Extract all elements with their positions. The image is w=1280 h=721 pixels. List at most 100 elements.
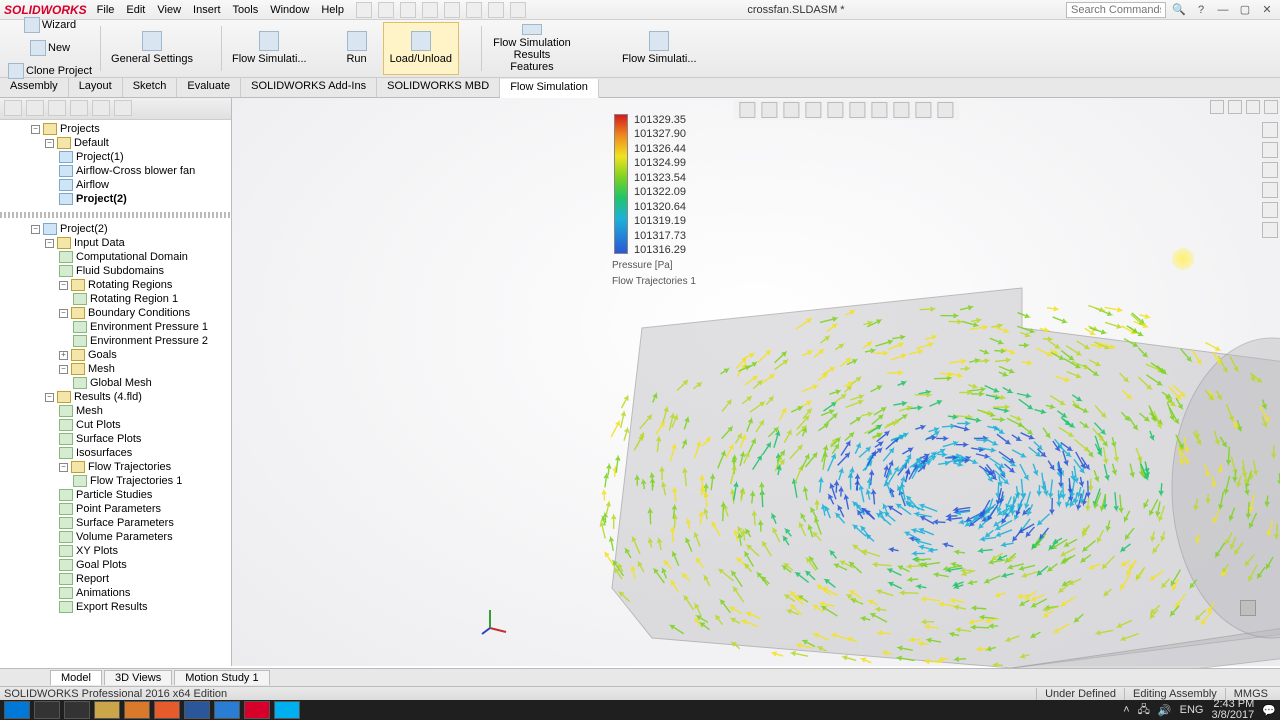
- tp-view-palette-icon[interactable]: [1262, 182, 1278, 198]
- tray-lang[interactable]: ENG: [1180, 704, 1204, 716]
- tab-sketch[interactable]: Sketch: [123, 78, 178, 97]
- expand-icon[interactable]: −: [45, 393, 54, 402]
- fm-icon-2[interactable]: [26, 100, 44, 116]
- tb-taskview-icon[interactable]: [64, 701, 90, 719]
- menu-file[interactable]: File: [97, 4, 115, 16]
- tree-projects[interactable]: Projects: [60, 123, 100, 135]
- btab-motion[interactable]: Motion Study 1: [174, 670, 269, 685]
- tree-surface-plots[interactable]: Surface Plots: [76, 433, 141, 445]
- general-settings-button[interactable]: General Settings: [105, 22, 199, 75]
- fm-icon-1[interactable]: [4, 100, 22, 116]
- ribbon-icon-1[interactable]: [201, 24, 217, 40]
- scene-icon[interactable]: [915, 102, 931, 118]
- tree-xy-plots[interactable]: XY Plots: [76, 545, 118, 557]
- prev-view-icon[interactable]: [783, 102, 799, 118]
- tree-ft1[interactable]: Flow Trajectories 1: [90, 475, 182, 487]
- expand-icon[interactable]: −: [31, 225, 40, 234]
- tb-skype-icon[interactable]: [274, 701, 300, 719]
- tree-comp-domain[interactable]: Computational Domain: [76, 251, 188, 263]
- system-tray[interactable]: ˄ 🖧 🔊 ENG 2:43 PM 3/8/2017 💬: [1123, 699, 1276, 721]
- tree-ep1[interactable]: Environment Pressure 1: [90, 321, 208, 333]
- view-settings-icon[interactable]: [937, 102, 953, 118]
- qat-rebuild-icon[interactable]: [488, 2, 504, 18]
- tb-firefox-icon[interactable]: [154, 701, 180, 719]
- tree-animations[interactable]: Animations: [76, 587, 130, 599]
- tree-rotating-regions[interactable]: Rotating Regions: [88, 279, 172, 291]
- tab-layout[interactable]: Layout: [69, 78, 123, 97]
- vp-restore-icon[interactable]: [1210, 100, 1224, 114]
- menu-edit[interactable]: Edit: [126, 4, 145, 16]
- new-button[interactable]: New: [4, 38, 96, 60]
- close-button[interactable]: ✕: [1258, 2, 1276, 18]
- fm-icon-3[interactable]: [48, 100, 66, 116]
- expand-icon[interactable]: +: [59, 351, 68, 360]
- ribbon-icon-9[interactable]: [580, 24, 596, 40]
- menu-insert[interactable]: Insert: [193, 4, 221, 16]
- ribbon-icon-14[interactable]: [598, 58, 614, 74]
- ribbon-icon-6[interactable]: [461, 24, 477, 40]
- hide-show-icon[interactable]: [871, 102, 887, 118]
- run-button[interactable]: Run: [333, 22, 381, 75]
- flow-sim2-button[interactable]: Flow Simulati...: [616, 22, 703, 75]
- menu-help[interactable]: Help: [321, 4, 344, 16]
- ribbon-icon-13[interactable]: [598, 41, 614, 57]
- tree-global-mesh[interactable]: Global Mesh: [90, 377, 152, 389]
- tab-assembly[interactable]: Assembly: [0, 78, 69, 97]
- qat-save-icon[interactable]: [400, 2, 416, 18]
- search-icon[interactable]: 🔍: [1170, 2, 1188, 18]
- menu-tools[interactable]: Tools: [233, 4, 259, 16]
- start-button[interactable]: [4, 701, 30, 719]
- vp-min-icon[interactable]: [1228, 100, 1242, 114]
- fm-icon-6[interactable]: [114, 100, 132, 116]
- tree-goals[interactable]: Goals: [88, 349, 117, 361]
- appearance-icon[interactable]: [893, 102, 909, 118]
- btab-3dviews[interactable]: 3D Views: [104, 670, 172, 685]
- tree-volume-params[interactable]: Volume Parameters: [76, 531, 173, 543]
- ribbon-icon-7[interactable]: [461, 41, 477, 57]
- tree-project2[interactable]: Project(2): [76, 193, 127, 205]
- tree-ep2[interactable]: Environment Pressure 2: [90, 335, 208, 347]
- maximize-button[interactable]: ▢: [1236, 2, 1254, 18]
- expand-icon[interactable]: −: [59, 281, 68, 290]
- qat-new-icon[interactable]: [356, 2, 372, 18]
- tree-cut-plots[interactable]: Cut Plots: [76, 419, 121, 431]
- tb-outlook-icon[interactable]: [184, 701, 210, 719]
- tree-fluid-sub[interactable]: Fluid Subdomains: [76, 265, 164, 277]
- tree-rr1[interactable]: Rotating Region 1: [90, 293, 178, 305]
- tab-evaluate[interactable]: Evaluate: [177, 78, 241, 97]
- tray-date[interactable]: 3/8/2017: [1211, 709, 1254, 721]
- section-view-icon[interactable]: [805, 102, 821, 118]
- tree-default[interactable]: Default: [74, 137, 109, 149]
- splitter[interactable]: [0, 212, 231, 218]
- tree-airflow[interactable]: Airflow: [76, 179, 109, 191]
- expand-icon[interactable]: −: [45, 239, 54, 248]
- tb-solidworks-icon[interactable]: [244, 701, 270, 719]
- display-style-icon[interactable]: [849, 102, 865, 118]
- qat-undo-icon[interactable]: [444, 2, 460, 18]
- tree-particle-studies[interactable]: Particle Studies: [76, 489, 152, 501]
- tree-mesh[interactable]: Mesh: [88, 363, 115, 375]
- tab-flow-simulation[interactable]: Flow Simulation: [500, 79, 599, 98]
- ribbon-icon-4[interactable]: [315, 32, 331, 48]
- tree-rmesh[interactable]: Mesh: [76, 405, 103, 417]
- zoom-fit-icon[interactable]: [739, 102, 755, 118]
- ribbon-icon-8[interactable]: [461, 58, 477, 74]
- tab-addins[interactable]: SOLIDWORKS Add-Ins: [241, 78, 377, 97]
- tray-vol-icon[interactable]: 🔊: [1158, 704, 1172, 717]
- tree-proj2-root[interactable]: Project(2): [60, 223, 108, 235]
- tree-project1[interactable]: Project(1): [76, 151, 124, 163]
- tree-isosurfaces[interactable]: Isosurfaces: [76, 447, 132, 459]
- tp-file-explorer-icon[interactable]: [1262, 162, 1278, 178]
- tree-goal-plots[interactable]: Goal Plots: [76, 559, 127, 571]
- ribbon-icon-10[interactable]: [580, 41, 596, 57]
- expand-icon[interactable]: −: [45, 139, 54, 148]
- tp-appearances-icon[interactable]: [1262, 202, 1278, 218]
- ribbon-icon-5[interactable]: [315, 49, 331, 65]
- expand-icon[interactable]: −: [31, 125, 40, 134]
- graphics-viewport[interactable]: 101329.35 101327.90 101326.44 101324.99 …: [232, 98, 1280, 666]
- ribbon-icon-12[interactable]: [598, 24, 614, 40]
- tree-point-params[interactable]: Point Parameters: [76, 503, 161, 515]
- tray-chevron-icon[interactable]: ˄: [1123, 704, 1129, 716]
- flow-results-button[interactable]: Flow Simulation Results Features: [486, 22, 578, 75]
- load-unload-button[interactable]: Load/Unload: [383, 22, 459, 75]
